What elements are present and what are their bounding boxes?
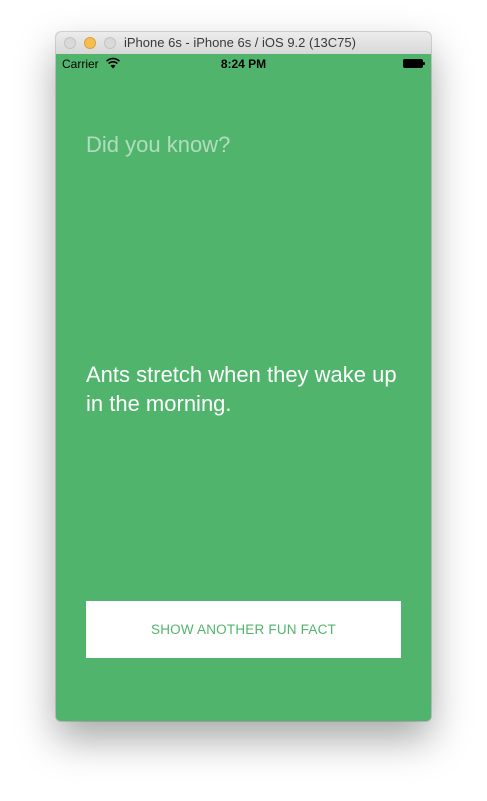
battery-icon bbox=[403, 59, 425, 68]
minimize-window-button[interactable] bbox=[84, 37, 96, 49]
window-title: iPhone 6s - iPhone 6s / iOS 9.2 (13C75) bbox=[124, 35, 356, 50]
app-screen: Carrier 8:24 PM Did you know? Ants stret… bbox=[56, 54, 431, 721]
window-titlebar: iPhone 6s - iPhone 6s / iOS 9.2 (13C75) bbox=[56, 32, 431, 55]
fun-fact-text: Ants stretch when they wake up in the mo… bbox=[86, 362, 397, 416]
did-you-know-heading: Did you know? bbox=[86, 132, 231, 157]
zoom-window-button[interactable] bbox=[104, 37, 116, 49]
close-window-button[interactable] bbox=[64, 37, 76, 49]
status-time: 8:24 PM bbox=[220, 57, 267, 71]
status-bar: Carrier 8:24 PM bbox=[56, 54, 431, 74]
show-another-fun-fact-button[interactable]: SHOW ANOTHER FUN FACT bbox=[86, 601, 401, 658]
simulator-window: iPhone 6s - iPhone 6s / iOS 9.2 (13C75) … bbox=[56, 32, 431, 721]
